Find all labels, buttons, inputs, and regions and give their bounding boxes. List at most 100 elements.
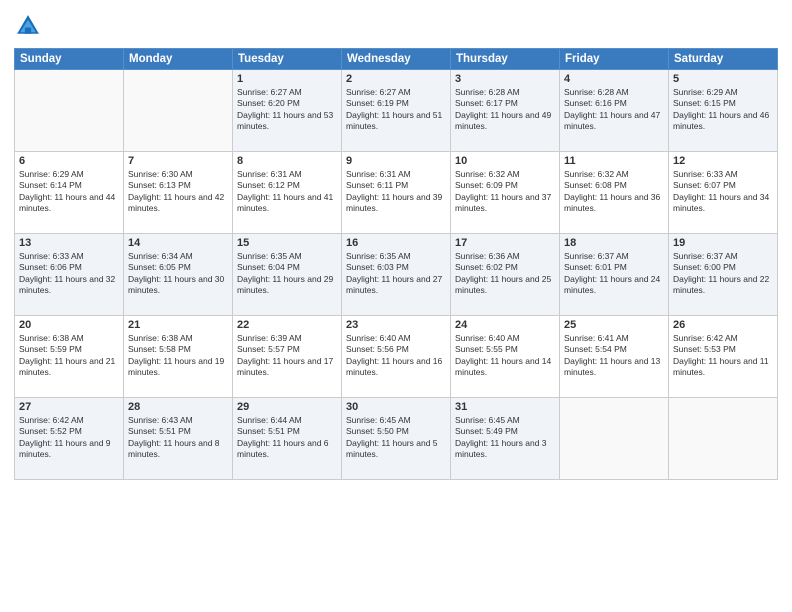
day-info: Sunrise: 6:40 AM Sunset: 5:56 PM Dayligh… — [346, 333, 446, 379]
calendar-week-3: 13 Sunrise: 6:33 AM Sunset: 6:06 PM Dayli… — [15, 234, 778, 316]
day-info: Sunrise: 6:33 AM Sunset: 6:07 PM Dayligh… — [673, 169, 773, 215]
calendar-cell: 25Sunrise: 6:41 AM Sunset: 5:54 PM Dayli… — [560, 316, 669, 398]
day-info: Sunrise: 6:39 AM Sunset: 5:57 PM Dayligh… — [237, 333, 337, 379]
day-info: Sunrise: 6:27 AM Sunset: 6:19 PM Dayligh… — [346, 87, 446, 133]
day-number: 24 — [455, 319, 555, 331]
day-number: 29 — [237, 401, 337, 413]
calendar-cell: 2 Sunrise: 6:27 AM Sunset: 6:19 PM Daylig… — [342, 70, 451, 152]
calendar-week-4: 20 Sunrise: 6:38 AM Sunset: 5:59 PM Dayli… — [15, 316, 778, 398]
day-number: 20 — [19, 319, 119, 331]
calendar-cell: 1 Sunrise: 6:27 AM Sunset: 6:20 PM Daylig… — [233, 70, 342, 152]
day-number: 3 — [455, 73, 555, 85]
day-number: 2 — [346, 73, 446, 85]
calendar-cell: 27Sunrise: 6:42 AM Sunset: 5:52 PM Dayli… — [15, 398, 124, 480]
day-info: Sunrise: 6:38 AM Sunset: 5:58 PM Dayligh… — [128, 333, 228, 379]
calendar-cell: 31Sunrise: 6:45 AM Sunset: 5:49 PM Dayli… — [451, 398, 560, 480]
calendar-table: SundayMondayTuesdayWednesdayThursdayFrid… — [14, 48, 778, 480]
weekday-header-wednesday: Wednesday — [342, 49, 451, 70]
day-number: 12 — [673, 155, 773, 167]
day-number: 8 — [237, 155, 337, 167]
calendar-cell: 30Sunrise: 6:45 AM Sunset: 5:50 PM Dayli… — [342, 398, 451, 480]
header — [14, 12, 778, 40]
day-number: 6 — [19, 155, 119, 167]
calendar-cell — [15, 70, 124, 152]
day-info: Sunrise: 6:37 AM Sunset: 6:01 PM Dayligh… — [564, 251, 664, 297]
calendar-cell — [124, 70, 233, 152]
calendar-cell: 19Sunrise: 6:37 AM Sunset: 6:00 PM Dayli… — [669, 234, 778, 316]
day-info: Sunrise: 6:36 AM Sunset: 6:02 PM Dayligh… — [455, 251, 555, 297]
day-number: 15 — [237, 237, 337, 249]
calendar-cell: 29 Sunrise: 6:44 AM Sunset: 5:51 PM Dayli… — [233, 398, 342, 480]
calendar-cell: 15Sunrise: 6:35 AM Sunset: 6:04 PM Dayli… — [233, 234, 342, 316]
day-number: 5 — [673, 73, 773, 85]
day-info: Sunrise: 6:29 AM Sunset: 6:14 PM Dayligh… — [19, 169, 119, 215]
day-info: Sunrise: 6:32 AM Sunset: 6:09 PM Dayligh… — [455, 169, 555, 215]
weekday-header-monday: Monday — [124, 49, 233, 70]
day-number: 22 — [237, 319, 337, 331]
calendar-cell: 18Sunrise: 6:37 AM Sunset: 6:01 PM Dayli… — [560, 234, 669, 316]
day-info: Sunrise: 6:30 AM Sunset: 6:13 PM Dayligh… — [128, 169, 228, 215]
day-info: Sunrise: 6:29 AM Sunset: 6:15 PM Dayligh… — [673, 87, 773, 133]
calendar-cell: 12 Sunrise: 6:33 AM Sunset: 6:07 PM Dayli… — [669, 152, 778, 234]
logo-icon — [14, 12, 42, 40]
day-number: 23 — [346, 319, 446, 331]
calendar-cell: 11Sunrise: 6:32 AM Sunset: 6:08 PM Dayli… — [560, 152, 669, 234]
day-info: Sunrise: 6:32 AM Sunset: 6:08 PM Dayligh… — [564, 169, 664, 215]
day-info: Sunrise: 6:44 AM Sunset: 5:51 PM Dayligh… — [237, 415, 337, 461]
calendar-header-row: SundayMondayTuesdayWednesdayThursdayFrid… — [15, 49, 778, 70]
page: SundayMondayTuesdayWednesdayThursdayFrid… — [0, 0, 792, 612]
day-number: 9 — [346, 155, 446, 167]
day-number: 10 — [455, 155, 555, 167]
calendar-cell — [560, 398, 669, 480]
day-info: Sunrise: 6:43 AM Sunset: 5:51 PM Dayligh… — [128, 415, 228, 461]
calendar-cell: 21 Sunrise: 6:38 AM Sunset: 5:58 PM Dayli… — [124, 316, 233, 398]
day-number: 4 — [564, 73, 664, 85]
day-info: Sunrise: 6:38 AM Sunset: 5:59 PM Dayligh… — [19, 333, 119, 379]
weekday-header-tuesday: Tuesday — [233, 49, 342, 70]
day-info: Sunrise: 6:31 AM Sunset: 6:12 PM Dayligh… — [237, 169, 337, 215]
weekday-header-saturday: Saturday — [669, 49, 778, 70]
calendar-cell: 17 Sunrise: 6:36 AM Sunset: 6:02 PM Dayli… — [451, 234, 560, 316]
calendar-week-2: 6 Sunrise: 6:29 AM Sunset: 6:14 PM Daylig… — [15, 152, 778, 234]
calendar-cell: 24Sunrise: 6:40 AM Sunset: 5:55 PM Dayli… — [451, 316, 560, 398]
day-number: 21 — [128, 319, 228, 331]
day-info: Sunrise: 6:42 AM Sunset: 5:52 PM Dayligh… — [19, 415, 119, 461]
day-info: Sunrise: 6:37 AM Sunset: 6:00 PM Dayligh… — [673, 251, 773, 297]
calendar-cell — [669, 398, 778, 480]
calendar-week-1: 1 Sunrise: 6:27 AM Sunset: 6:20 PM Daylig… — [15, 70, 778, 152]
day-info: Sunrise: 6:27 AM Sunset: 6:20 PM Dayligh… — [237, 87, 337, 133]
weekday-header-sunday: Sunday — [15, 49, 124, 70]
day-number: 17 — [455, 237, 555, 249]
calendar-cell: 4 Sunrise: 6:28 AM Sunset: 6:16 PM Daylig… — [560, 70, 669, 152]
day-info: Sunrise: 6:33 AM Sunset: 6:06 PM Dayligh… — [19, 251, 119, 297]
day-info: Sunrise: 6:45 AM Sunset: 5:49 PM Dayligh… — [455, 415, 555, 461]
day-number: 14 — [128, 237, 228, 249]
calendar-cell: 13 Sunrise: 6:33 AM Sunset: 6:06 PM Dayli… — [15, 234, 124, 316]
day-info: Sunrise: 6:35 AM Sunset: 6:03 PM Dayligh… — [346, 251, 446, 297]
calendar-cell: 6 Sunrise: 6:29 AM Sunset: 6:14 PM Daylig… — [15, 152, 124, 234]
calendar-cell: 5 Sunrise: 6:29 AM Sunset: 6:15 PM Daylig… — [669, 70, 778, 152]
day-info: Sunrise: 6:41 AM Sunset: 5:54 PM Dayligh… — [564, 333, 664, 379]
calendar-week-5: 27Sunrise: 6:42 AM Sunset: 5:52 PM Dayli… — [15, 398, 778, 480]
calendar-cell: 23 Sunrise: 6:40 AM Sunset: 5:56 PM Dayli… — [342, 316, 451, 398]
day-info: Sunrise: 6:34 AM Sunset: 6:05 PM Dayligh… — [128, 251, 228, 297]
calendar-cell: 3 Sunrise: 6:28 AM Sunset: 6:17 PM Daylig… — [451, 70, 560, 152]
day-number: 26 — [673, 319, 773, 331]
calendar-cell: 28 Sunrise: 6:43 AM Sunset: 5:51 PM Dayli… — [124, 398, 233, 480]
day-info: Sunrise: 6:42 AM Sunset: 5:53 PM Dayligh… — [673, 333, 773, 379]
calendar-cell: 8 Sunrise: 6:31 AM Sunset: 6:12 PM Daylig… — [233, 152, 342, 234]
weekday-header-thursday: Thursday — [451, 49, 560, 70]
calendar-cell: 26 Sunrise: 6:42 AM Sunset: 5:53 PM Dayli… — [669, 316, 778, 398]
logo — [14, 12, 46, 40]
day-number: 1 — [237, 73, 337, 85]
day-number: 7 — [128, 155, 228, 167]
calendar-cell: 22 Sunrise: 6:39 AM Sunset: 5:57 PM Dayli… — [233, 316, 342, 398]
calendar-cell: 9Sunrise: 6:31 AM Sunset: 6:11 PM Daylig… — [342, 152, 451, 234]
calendar-cell: 20 Sunrise: 6:38 AM Sunset: 5:59 PM Dayli… — [15, 316, 124, 398]
day-number: 28 — [128, 401, 228, 413]
calendar-cell: 16Sunrise: 6:35 AM Sunset: 6:03 PM Dayli… — [342, 234, 451, 316]
day-info: Sunrise: 6:45 AM Sunset: 5:50 PM Dayligh… — [346, 415, 446, 461]
day-info: Sunrise: 6:28 AM Sunset: 6:17 PM Dayligh… — [455, 87, 555, 133]
day-info: Sunrise: 6:28 AM Sunset: 6:16 PM Dayligh… — [564, 87, 664, 133]
day-number: 13 — [19, 237, 119, 249]
